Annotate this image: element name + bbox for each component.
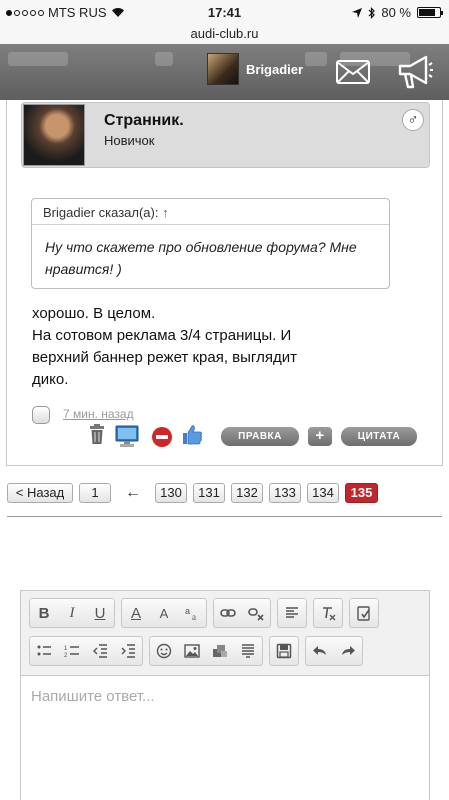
toolbar-group xyxy=(213,598,271,628)
page-button[interactable]: 1 xyxy=(79,483,111,503)
post-time[interactable]: 7 мин. назад xyxy=(63,407,134,421)
pagination-arrow-icon: ← xyxy=(125,484,141,501)
username[interactable]: Brigadier xyxy=(246,62,303,77)
ghost-element xyxy=(8,52,68,66)
indent-icon[interactable] xyxy=(114,637,142,665)
toolbar-group: 12 xyxy=(29,636,143,666)
ghost-element xyxy=(305,52,327,66)
underline-button[interactable]: U xyxy=(86,599,114,627)
ghost-element xyxy=(155,52,173,66)
user-avatar[interactable] xyxy=(207,53,239,85)
forum-post: Странник. Новичок ♂ Brigadier сказал(а):… xyxy=(6,100,443,466)
reply-textarea[interactable]: Напишите ответ... xyxy=(21,675,429,800)
editor-toolbar-row-1: B I U A A aa xyxy=(29,598,379,630)
page-button[interactable]: 134 xyxy=(307,483,339,503)
trash-icon[interactable] xyxy=(89,424,105,444)
page-button[interactable]: 132 xyxy=(231,483,263,503)
bold-button[interactable]: B xyxy=(30,599,58,627)
quote-source-link-icon[interactable]: ↑ xyxy=(162,205,169,220)
author-box: Странник. Новичок ♂ xyxy=(21,102,430,168)
toolbar-group xyxy=(277,598,307,628)
font-family-icon[interactable]: aa xyxy=(178,599,206,627)
font-size-button[interactable]: A xyxy=(150,599,178,627)
svg-text:a: a xyxy=(192,612,196,621)
clear-format-icon[interactable] xyxy=(314,599,342,627)
post-text-line: дико. xyxy=(32,371,69,388)
multi-quote-button[interactable]: + xyxy=(308,427,332,446)
author-rank: Новичок xyxy=(104,133,155,148)
quote-block: Brigadier сказал(а): ↑ Ну что скажете пр… xyxy=(31,198,390,289)
svg-text:a: a xyxy=(185,606,190,616)
italic-button[interactable]: I xyxy=(58,599,86,627)
unlink-icon[interactable] xyxy=(242,599,270,627)
toolbar-group xyxy=(269,636,299,666)
url-bar[interactable]: audi-club.ru xyxy=(0,26,449,44)
current-page: 135 xyxy=(345,483,378,503)
status-bar: MTS RUS 17:41 80 % xyxy=(0,0,449,26)
monitor-icon[interactable] xyxy=(115,424,139,448)
page-button[interactable]: 131 xyxy=(193,483,225,503)
reply-editor: B I U A A aa 1 2 Напишите ответ... xyxy=(20,590,430,800)
toolbar-group xyxy=(349,598,379,628)
align-icon[interactable] xyxy=(278,599,306,627)
post-text-line: хорошо. В целом. xyxy=(32,305,156,322)
forum-topbar: Brigadier xyxy=(0,44,449,100)
font-color-button[interactable]: A xyxy=(122,599,150,627)
undo-icon[interactable] xyxy=(306,637,334,665)
prev-page-button[interactable]: < Назад xyxy=(7,483,73,503)
male-gender-icon: ♂ xyxy=(402,109,424,131)
page-button[interactable]: 130 xyxy=(155,483,187,503)
select-post-checkbox[interactable] xyxy=(32,406,50,424)
edit-button[interactable]: ПРАВКА xyxy=(221,427,299,446)
quote-button[interactable]: ЦИТАТА xyxy=(341,427,417,446)
quote-header: Brigadier сказал(а): ↑ xyxy=(32,199,389,225)
status-right: 80 % xyxy=(352,5,443,20)
author-avatar[interactable] xyxy=(23,104,85,166)
svg-text:1: 1 xyxy=(64,646,68,652)
divider xyxy=(7,516,442,517)
redo-icon[interactable] xyxy=(334,637,362,665)
link-icon[interactable] xyxy=(214,599,242,627)
numbered-list-icon[interactable]: 12 xyxy=(58,637,86,665)
toolbar-group: A A aa xyxy=(121,598,207,628)
post-body: хорошо. В целом. На сотовом реклама 3/4 … xyxy=(32,303,432,391)
toolbar-group xyxy=(305,636,363,666)
editor-toolbar-row-2: 12 xyxy=(29,636,363,668)
outdent-icon[interactable] xyxy=(86,637,114,665)
toolbar-group xyxy=(149,636,263,666)
paste-text-icon[interactable] xyxy=(350,599,378,627)
location-icon xyxy=(352,7,363,18)
toolbar-group xyxy=(313,598,343,628)
delete-icon[interactable] xyxy=(152,427,172,447)
image-icon[interactable] xyxy=(178,637,206,665)
code-block-icon[interactable] xyxy=(234,637,262,665)
author-name[interactable]: Странник. xyxy=(104,112,184,130)
page-button[interactable]: 133 xyxy=(269,483,301,503)
megaphone-icon[interactable] xyxy=(396,54,434,90)
post-text-line: На сотовом реклама 3/4 страницы. И xyxy=(32,327,292,344)
svg-text:2: 2 xyxy=(64,653,68,659)
media-icon[interactable] xyxy=(206,637,234,665)
bluetooth-icon xyxy=(368,6,376,19)
quote-author: Brigadier сказал(а): xyxy=(43,205,159,220)
thumbs-up-icon[interactable] xyxy=(181,423,203,445)
battery-percent: 80 % xyxy=(381,5,411,20)
toolbar-group: B I U xyxy=(29,598,115,628)
save-icon[interactable] xyxy=(270,637,298,665)
post-text-line: верхний баннер режет края, выглядит xyxy=(32,349,297,366)
smiley-icon[interactable] xyxy=(150,637,178,665)
bullet-list-icon[interactable] xyxy=(30,637,58,665)
battery-icon xyxy=(417,7,443,18)
reply-placeholder: Напишите ответ... xyxy=(31,688,155,705)
mail-icon[interactable] xyxy=(336,60,370,84)
quote-text: Ну что скажете про обновление форума? Мн… xyxy=(45,239,357,277)
